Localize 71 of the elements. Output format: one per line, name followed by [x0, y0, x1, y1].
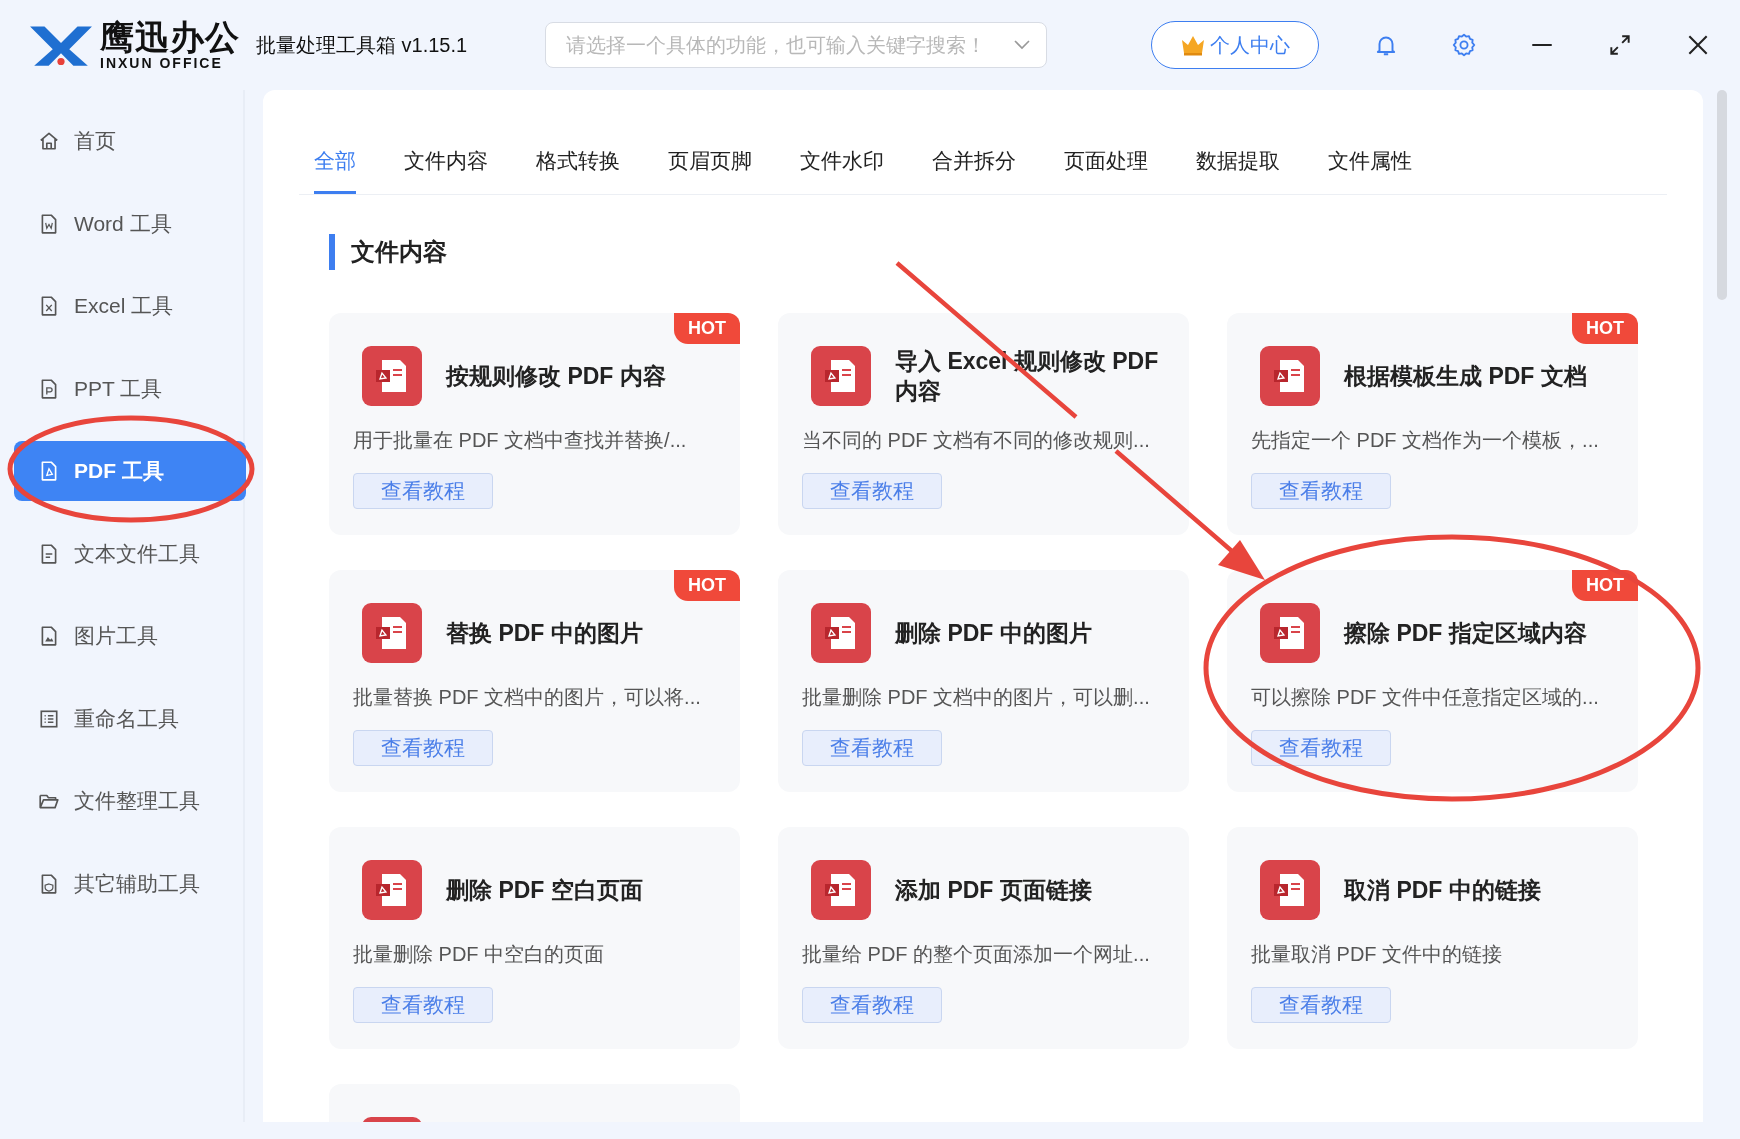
pdf-document-icon — [362, 346, 422, 406]
sidebar-item[interactable]: 文件整理工具 — [14, 771, 246, 831]
category-tab[interactable]: 格式转换 — [536, 147, 620, 194]
card-title: 删除 PDF 空白页面 — [446, 876, 643, 905]
sidebar-item[interactable]: 重命名工具 — [14, 688, 246, 749]
sidebar-item[interactable]: Word 工具 — [14, 193, 246, 254]
sidebar-item[interactable]: PDF 工具 — [14, 441, 246, 501]
sidebar-item[interactable]: 图片工具 — [14, 606, 246, 666]
pdf-document-icon — [1260, 346, 1320, 406]
card-title: 按规则修改 PDF 内容 — [446, 362, 666, 391]
pdf-document-icon — [1260, 603, 1320, 663]
tool-card[interactable]: HOT 擦除 PDF 指定区域内容 可以擦除 PDF 文件中任意指定区域的... 查看教程 — [1227, 570, 1638, 792]
pdf-document-icon — [362, 860, 422, 920]
search-field[interactable]: 请选择一个具体的功能，也可输入关键字搜索！ — [545, 22, 1048, 68]
hot-badge: HOT — [1572, 313, 1638, 344]
tool-card[interactable]: 删除 PDF 空白页面 批量删除 PDF 中空白的页面 查看教程 — [329, 827, 740, 1049]
category-tab[interactable]: 文件内容 — [404, 147, 488, 194]
tool-card[interactable]: HOT 替换 PDF 中的图片 批量替换 PDF 文档中的图片，可以将... 查看教程 — [329, 570, 740, 792]
card-title: 替换 PDF 中的图片 — [446, 619, 643, 648]
card-title: 根据模板生成 PDF 文档 — [1344, 362, 1587, 391]
settings-icon[interactable] — [1451, 32, 1478, 58]
pdf-document-icon — [362, 603, 422, 663]
sidebar-item[interactable]: Excel 工具 — [14, 276, 246, 336]
card-description: 先指定一个 PDF 文档作为一个模板，... — [1251, 428, 1600, 453]
app-title: 批量处理工具箱 v1.15.1 — [256, 32, 468, 58]
logo-name: 鹰迅办公 — [100, 19, 240, 55]
tool-card[interactable]: HOT 根据模板生成 PDF 文档 先指定一个 PDF 文档作为一个模板，... 查看教程 — [1227, 313, 1638, 535]
category-tab[interactable]: 全部 — [314, 147, 356, 194]
card-title: 删除 PDF 中的图片 — [895, 619, 1092, 648]
category-tab[interactable]: 文件属性 — [1328, 147, 1412, 194]
pdf-document-icon — [811, 860, 871, 920]
hot-badge: HOT — [674, 570, 740, 601]
category-tab[interactable]: 合并拆分 — [932, 147, 1016, 194]
category-tab[interactable]: 数据提取 — [1196, 147, 1280, 194]
category-tab[interactable]: 页眉页脚 — [668, 147, 752, 194]
card-title: 擦除 PDF 指定区域内容 — [1344, 619, 1587, 648]
card-title: 导入 Excel 规则修改 PDF 内容 — [895, 347, 1160, 406]
card-title: 添加 PDF 页面链接 — [895, 876, 1092, 905]
section-marker — [329, 234, 335, 270]
card-title: 取消 PDF 中的链接 — [1344, 876, 1541, 905]
logo-subtitle: INXUN OFFICE — [100, 55, 224, 71]
section-title: 文件内容 — [351, 237, 447, 267]
home-icon — [38, 130, 60, 152]
category-tab[interactable]: 文件水印 — [800, 147, 884, 194]
pdf-document-icon — [811, 346, 871, 406]
tool-card[interactable]: 取消 PDF 中的链接 批量取消 PDF 文件中的链接 查看教程 — [1227, 827, 1638, 1049]
sidebar-item[interactable]: 文本文件工具 — [14, 523, 246, 584]
category-tab[interactable]: 页面处理 — [1064, 147, 1148, 194]
tool-card[interactable]: HOT 按规则修改 PDF 内容 用于批量在 PDF 文档中查找并替换/... 查看教程 — [329, 313, 740, 535]
tool-card[interactable]: 添加 PDF 页面链接 批量给 PDF 的整个页面添加一个网址... 查看教程 — [778, 827, 1189, 1049]
card-description: 批量替换 PDF 文档中的图片，可以将... — [353, 685, 702, 710]
card-description: 批量删除 PDF 中空白的页面 — [353, 942, 606, 967]
sidebar-item[interactable]: 首页 — [14, 111, 246, 171]
card-description: 批量取消 PDF 文件中的链接 — [1251, 942, 1504, 967]
hot-badge: HOT — [674, 313, 740, 344]
pdf-document-icon — [811, 603, 871, 663]
tool-card[interactable]: 删除 PDF 中的图片 批量删除 PDF 文档中的图片，可以删... 查看教程 — [778, 570, 1189, 792]
card-description: 当不同的 PDF 文档有不同的修改规则... — [802, 428, 1151, 453]
hot-badge: HOT — [1572, 570, 1638, 601]
card-description: 可以擦除 PDF 文件中任意指定区域的... — [1251, 685, 1600, 710]
card-description: 用于批量在 PDF 文档中查找并替换/... — [353, 428, 688, 453]
tool-card[interactable]: 导入 Excel 规则修改 PDF 内容 当不同的 PDF 文档有不同的修改规则... 查看教程 — [778, 313, 1189, 535]
crown-icon — [1180, 34, 1207, 56]
pdf-document-icon — [1260, 860, 1320, 920]
list-icon — [38, 707, 60, 730]
card-description: 批量删除 PDF 文档中的图片，可以删... — [802, 685, 1151, 710]
chevron-down-icon — [1014, 40, 1031, 50]
sidebar-item[interactable]: PPT 工具 — [14, 358, 246, 419]
user-center-button[interactable]: 个人中心 — [1151, 21, 1320, 69]
sidebar-item[interactable]: 其它辅助工具 — [14, 853, 246, 914]
card-description: 批量给 PDF 的整个页面添加一个网址... — [802, 942, 1151, 967]
